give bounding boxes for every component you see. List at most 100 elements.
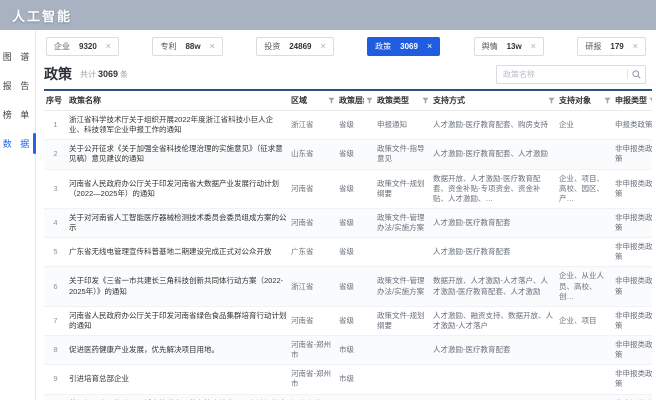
- filter-chip-research[interactable]: 研报 179 ×: [577, 37, 646, 56]
- filter-chip-patent[interactable]: 专利 88w ×: [152, 37, 223, 56]
- table-row[interactable]: 8 促进医药健康产业发展，优先解决项目用地。 河南省-郑州市 市级 人才激励-医疗教育配…: [44, 335, 652, 366]
- policy-table: 序号 政策名称 区域 政策层级 政策类型 支持方式 支持对象 申报类型 1浙江省…: [44, 89, 652, 400]
- cell-level: 市级: [337, 394, 375, 400]
- close-icon[interactable]: ×: [320, 42, 325, 51]
- search-box[interactable]: [496, 64, 646, 84]
- table-row[interactable]: 6 关于印发《三省一市共建长三角科技创新共同体行动方案（2022-2025年）》的…: [44, 266, 652, 307]
- cell-seq: 6: [44, 266, 67, 307]
- cell-seq: 1: [44, 110, 67, 141]
- cell-target: [557, 394, 613, 400]
- table-row[interactable]: 5 广东省无线电管理宣传科普基地二期建设完成正式对公众开放 广东省 省级 人才激励-医疗…: [44, 237, 652, 268]
- cell-type: [375, 335, 431, 366]
- close-icon[interactable]: ×: [633, 42, 638, 51]
- cell-level: 省级: [337, 306, 375, 337]
- chip-label: 舆情: [481, 42, 498, 51]
- cell-target: [557, 335, 613, 366]
- search-icon[interactable]: [632, 69, 641, 79]
- cell-seq: 2: [44, 139, 67, 170]
- section-header: 政策 共计 3069 条: [44, 62, 652, 89]
- cell-method: 人才激励-医疗教育配套: [431, 237, 557, 268]
- filter-funnel-icon[interactable]: [546, 97, 555, 104]
- chip-count: 179: [610, 42, 624, 51]
- col-level: 政策层级: [337, 89, 375, 111]
- sidebar-item-graph[interactable]: 图 谱: [0, 42, 35, 71]
- filter-funnel-icon[interactable]: [420, 97, 429, 104]
- main-content: 企业 9320 × 专利 88w × 投资 24869 × 政策 3069 × …: [36, 30, 656, 400]
- filter-chip-sentiment[interactable]: 舆情 13w ×: [473, 37, 544, 56]
- cell-target: [557, 208, 613, 239]
- cell-name[interactable]: 促进医药健康产业发展，优先解决项目用地。: [67, 335, 289, 366]
- close-icon[interactable]: ×: [210, 42, 215, 51]
- cell-level: 市级: [337, 364, 375, 395]
- table-header-row: 序号 政策名称 区域 政策层级 政策类型 支持方式 支持对象 申报类型: [44, 89, 652, 111]
- cell-method: 人才激励-医疗教育配套: [431, 208, 557, 239]
- cell-apply: 非申报类政策: [613, 364, 652, 395]
- chip-count: 9320: [79, 42, 97, 51]
- table-row[interactable]: 4 关于对河南省人工智能医疗器械检测技术委员会委员组成方案的公示 河南省 省级 政策文件…: [44, 208, 652, 239]
- filter-funnel-icon[interactable]: [364, 97, 373, 104]
- cell-name[interactable]: 关于公开征求《关于加强全省科技伦理治理的实施意见》（征求意见稿）意见建议的通知: [67, 139, 289, 170]
- chip-count: 13w: [506, 42, 522, 51]
- cell-region: 河南省: [289, 306, 337, 337]
- count-value: 3069: [98, 68, 119, 79]
- cell-seq: 4: [44, 208, 67, 239]
- cell-name[interactable]: 引进培育总部企业: [67, 364, 289, 395]
- filter-chip-policy[interactable]: 政策 3069 ×: [367, 37, 441, 56]
- cell-name[interactable]: 河南省人民政府办公厅关于印发河南省大数据产业发展行动计划（2022—2025年）…: [67, 169, 289, 209]
- sidebar-item-report[interactable]: 报 告: [0, 71, 35, 100]
- cell-type: 政策文件-规划纲要: [375, 169, 431, 209]
- close-icon[interactable]: ×: [531, 42, 536, 51]
- page-title: 人工智能: [12, 8, 73, 24]
- cell-method: 人才激励-医疗教育配套、购房支持: [431, 110, 557, 141]
- table-row[interactable]: 7 河南省人民政府办公厅关于印发河南省绿色食品集群培育行动计划的通知 河南省 省级 政策…: [44, 306, 652, 337]
- cell-apply: 申报类政策: [613, 110, 652, 141]
- table-row[interactable]: 9 引进培育总部企业 河南省-郑州市 市级 非申报类政策: [44, 364, 652, 395]
- search-input[interactable]: [503, 69, 625, 79]
- cell-target: 企业、项目: [557, 306, 613, 337]
- col-name: 政策名称: [67, 89, 289, 111]
- chip-label: 研报: [585, 42, 602, 51]
- cell-seq: 3: [44, 169, 67, 209]
- cell-type: 申报通知: [375, 110, 431, 141]
- close-icon[interactable]: ×: [427, 42, 432, 51]
- sidebar-item-ranking[interactable]: 榜 单: [0, 100, 35, 129]
- cell-level: 省级: [337, 169, 375, 209]
- cell-region: 河南省-郑州市: [289, 335, 337, 366]
- cell-apply: 非申报类政策: [613, 335, 652, 366]
- cell-apply: 非申报类政策: [613, 394, 652, 400]
- filter-chip-company[interactable]: 企业 9320 ×: [46, 37, 120, 56]
- close-icon[interactable]: ×: [106, 42, 111, 51]
- filter-funnel-icon[interactable]: [326, 97, 335, 104]
- chip-count: 88w: [185, 42, 201, 51]
- cell-level: 省级: [337, 237, 375, 268]
- cell-name[interactable]: 获得机器人、物联网、城市轨道交通装备等高端产品服务认证的企业奖励: [67, 394, 289, 400]
- cell-name[interactable]: 河南省人民政府办公厅关于印发河南省绿色食品集群培育行动计划的通知: [67, 306, 289, 337]
- table-row[interactable]: 2 关于公开征求《关于加强全省科技伦理治理的实施意见》（征求意见稿）意见建议的通知…: [44, 139, 652, 170]
- chip-count: 3069: [400, 42, 418, 51]
- cell-region: 河南省-郑州市: [289, 394, 337, 400]
- filter-chip-bar: 企业 9320 × 专利 88w × 投资 24869 × 政策 3069 × …: [44, 30, 652, 62]
- sidebar-item-data[interactable]: 数 据: [0, 129, 36, 158]
- cell-apply: 非申报类政策: [613, 169, 652, 209]
- table-row[interactable]: 1 浙江省科学技术厅关于组织开展2022年度浙江省科技小巨人企业、科技领军企业申报…: [44, 110, 652, 141]
- cell-name[interactable]: 广东省无线电管理宣传科普基地二期建设完成正式对公众开放: [67, 237, 289, 268]
- cell-type: 政策文件-规划纲要: [375, 306, 431, 337]
- cell-name[interactable]: 关于印发《三省一市共建长三角科技创新共同体行动方案（2022-2025年）》的通…: [67, 266, 289, 307]
- cell-region: 浙江省: [289, 266, 337, 307]
- cell-type: [375, 237, 431, 268]
- col-region: 区域: [289, 89, 337, 111]
- table-row[interactable]: 10获得机器人、物联网、城市轨道交通装备等高端产品服务认证的企业奖励河南省-郑州…: [44, 394, 652, 400]
- filter-funnel-icon[interactable]: [602, 97, 611, 104]
- cell-apply: 非申报类政策: [613, 266, 652, 307]
- cell-target: [557, 139, 613, 170]
- filter-chip-investment[interactable]: 投资 24869 ×: [256, 37, 334, 56]
- cell-name[interactable]: 浙江省科学技术厅关于组织开展2022年度浙江省科技小巨人企业、科技领军企业申报工…: [67, 110, 289, 141]
- cell-method: 数据开放、人才激励-人才落户、人才激励-医疗教育配套、人才激励: [431, 266, 557, 307]
- chip-label: 专利: [160, 42, 177, 51]
- filter-funnel-icon[interactable]: [647, 97, 652, 104]
- sidebar: 图 谱 报 告 榜 单 数 据: [0, 30, 36, 400]
- cell-name[interactable]: 关于对河南省人工智能医疗器械检测技术委员会委员组成方案的公示: [67, 208, 289, 239]
- cell-method: 人才激励、融资支持、数据开放、人才激励-人才落户: [431, 306, 557, 337]
- table-row[interactable]: 3 河南省人民政府办公厅关于印发河南省大数据产业发展行动计划（2022—2025年…: [44, 169, 652, 209]
- cell-level: 省级: [337, 110, 375, 141]
